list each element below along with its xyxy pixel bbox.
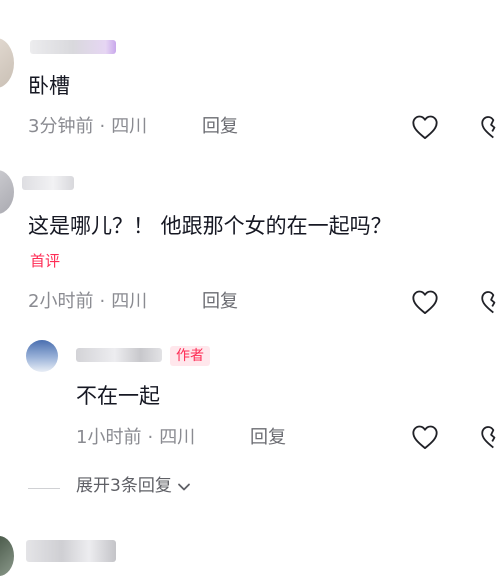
username-obscured[interactable]: [30, 40, 116, 54]
reply-location: 四川: [159, 427, 196, 448]
username-obscured[interactable]: [22, 176, 74, 190]
reply-text: 不在一起: [76, 384, 160, 408]
avatar[interactable]: [0, 38, 14, 88]
reply-button[interactable]: 回复: [202, 118, 238, 136]
chevron-down-icon: [177, 483, 190, 490]
broken-heart-icon[interactable]: [480, 289, 499, 315]
reply-button[interactable]: 回复: [202, 293, 238, 311]
reply-meta: 1小时前 · 四川: [76, 429, 195, 447]
reply-time: 1小时前: [76, 427, 142, 448]
comment-location: 四川: [111, 291, 148, 312]
avatar[interactable]: [0, 170, 14, 214]
comment-time: 3分钟前: [28, 116, 94, 137]
broken-heart-icon[interactable]: [480, 424, 499, 450]
username-obscured[interactable]: [76, 348, 162, 362]
expand-replies-button[interactable]: 展开3条回复: [76, 478, 192, 495]
expand-divider: [28, 488, 60, 489]
first-comment-badge: 首评: [30, 252, 61, 270]
comment-text: 卧槽: [28, 74, 70, 98]
heart-outline-icon[interactable]: [411, 114, 439, 140]
heart-outline-icon[interactable]: [411, 424, 439, 450]
username-obscured[interactable]: [26, 540, 116, 562]
comment-location: 四川: [111, 116, 148, 137]
broken-heart-icon[interactable]: [480, 114, 499, 140]
avatar[interactable]: [0, 536, 14, 576]
meta-separator: ·: [99, 116, 106, 137]
meta-separator: ·: [147, 427, 154, 448]
comment-time: 2小时前: [28, 291, 94, 312]
author-badge: 作者: [170, 346, 210, 366]
comment-meta: 2小时前 · 四川: [28, 293, 147, 311]
meta-separator: ·: [99, 291, 106, 312]
heart-outline-icon[interactable]: [411, 289, 439, 315]
comment-text: 这是哪儿？！ 他跟那个女的在一起吗？: [28, 214, 392, 238]
reply-button[interactable]: 回复: [250, 429, 286, 447]
expand-replies-label: 展开3条回复: [76, 476, 172, 496]
avatar[interactable]: [26, 340, 58, 372]
comment-meta: 3分钟前 · 四川: [28, 118, 147, 136]
